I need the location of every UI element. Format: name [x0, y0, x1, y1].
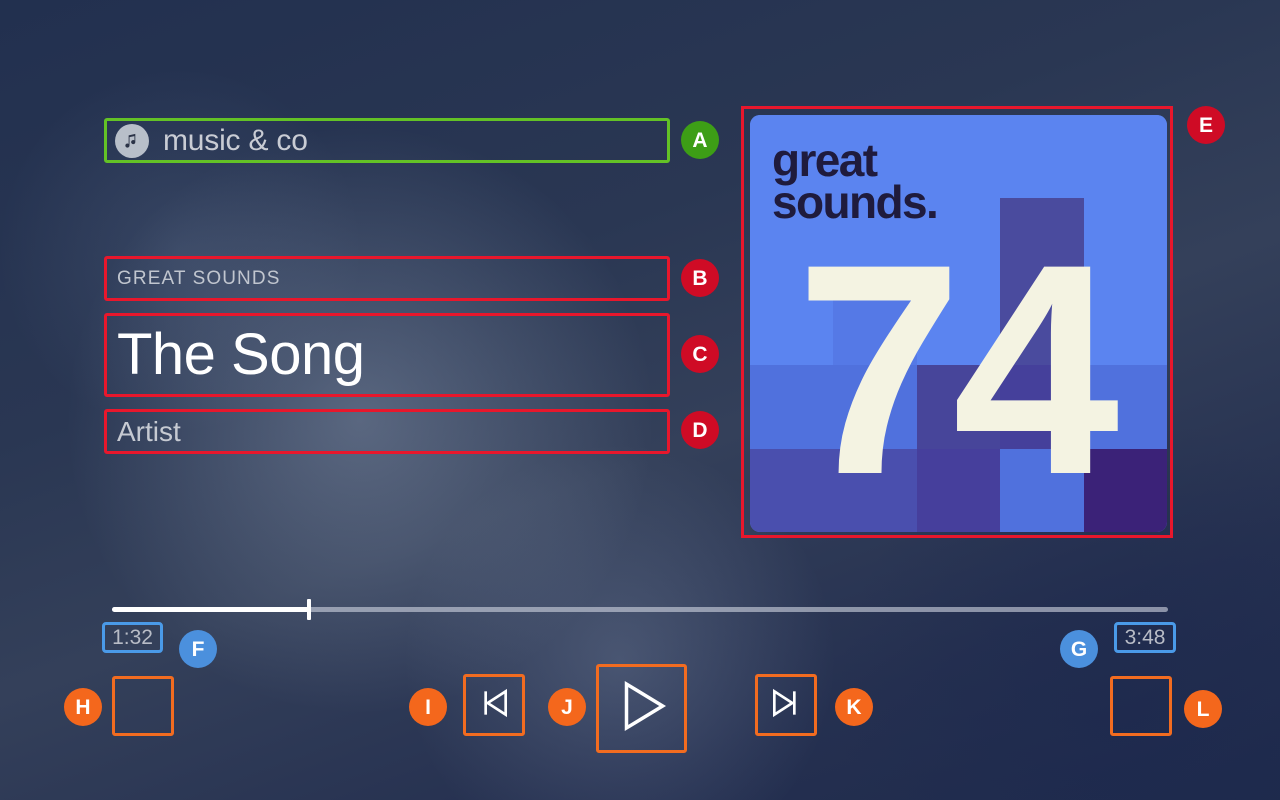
annotation-badge-j: J: [548, 688, 586, 726]
annotation-badge-i: I: [409, 688, 447, 726]
total-time: 3:48: [1114, 622, 1176, 653]
annotation-badge-c: C: [681, 335, 719, 373]
next-button[interactable]: [755, 674, 817, 736]
repeat-button[interactable]: [1110, 676, 1172, 736]
music-note-icon: [115, 123, 149, 158]
annotation-badge-a: A: [681, 121, 719, 159]
album-name-field[interactable]: GREAT SOUNDS: [104, 256, 670, 301]
annotation-badge-d: D: [681, 411, 719, 449]
progress-bar-fill: [112, 607, 310, 612]
annotation-badge-f: F: [179, 630, 217, 668]
artist-name-label: Artist: [117, 415, 181, 447]
music-player-screen: music & co GREAT SOUNDS The Song Artist …: [0, 0, 1280, 800]
artist-name-field[interactable]: Artist: [104, 409, 670, 454]
next-track-icon: [766, 683, 806, 728]
annotation-badge-k: K: [835, 688, 873, 726]
play-icon: [611, 675, 673, 742]
play-button[interactable]: [596, 664, 687, 753]
album-art-image: great sounds. 74: [750, 115, 1167, 532]
song-title-label: The Song: [117, 322, 365, 387]
shuffle-button[interactable]: [112, 676, 174, 736]
album-art-number: 74: [795, 201, 1120, 532]
annotation-badge-h: H: [64, 688, 102, 726]
current-time: 1:32: [102, 622, 163, 653]
previous-track-icon: [474, 683, 514, 728]
annotation-badge-e: E: [1187, 106, 1225, 144]
progress-bar[interactable]: [112, 599, 1168, 620]
annotation-badge-b: B: [681, 259, 719, 297]
song-title-field[interactable]: The Song: [104, 313, 670, 397]
annotation-badge-l: L: [1184, 690, 1222, 728]
previous-button[interactable]: [463, 674, 525, 736]
album-art[interactable]: great sounds. 74: [741, 106, 1173, 538]
progress-bar-thumb[interactable]: [307, 599, 312, 620]
app-title-field[interactable]: music & co: [104, 118, 670, 163]
album-name-label: GREAT SOUNDS: [117, 267, 281, 289]
annotation-badge-g: G: [1060, 630, 1098, 668]
app-title-label: music & co: [163, 123, 308, 157]
